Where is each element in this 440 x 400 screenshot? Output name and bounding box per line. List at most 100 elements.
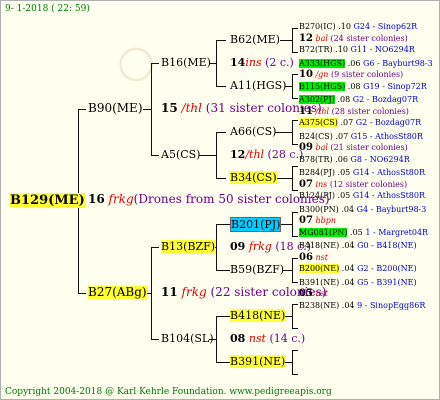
g3-queen[interactable]: B62(ME) <box>230 33 280 46</box>
g2-queen[interactable]: B104(SL) <box>161 332 214 345</box>
drone-count: 11 <box>299 105 313 117</box>
g1-bot-queen[interactable]: B27(ABg) <box>88 286 147 299</box>
g4-source: G0 - B418(NE) <box>357 241 417 250</box>
g4-source: G2 - Bozdag07R <box>355 118 422 127</box>
g4-source: G4 - Bayburt98-3 <box>356 204 427 214</box>
g4-queen-id: B115(HGS) <box>299 81 346 91</box>
g4-row[interactable]: B24(CS) .07 G15 - AthosSt80R <box>299 131 439 143</box>
g3-drone-queen[interactable]: A11(HGS) <box>230 79 286 92</box>
g2-drones: 14ins (2 c.) <box>230 56 294 69</box>
tree-line <box>292 282 298 283</box>
g4-queen-id: B284(PJ) <box>299 168 335 177</box>
g4-column: B270(IC) .10 G24 - Sinop62R 12 bal (24 s… <box>299 21 439 311</box>
g3-drone-queen[interactable]: B391(NE) <box>230 355 286 368</box>
g3-queen[interactable]: B418(NE) <box>230 309 286 322</box>
tree-line <box>216 316 230 317</box>
g4-queen-id: B300(PN) <box>299 204 339 214</box>
tree-line <box>292 144 298 145</box>
drone-text: (28 c.) <box>267 148 304 161</box>
tree-line <box>216 86 226 87</box>
g4-queen-id: B418(NE) <box>299 241 340 250</box>
g4-value: .10 <box>335 45 348 54</box>
tree-line <box>292 120 298 121</box>
tree-line <box>283 270 293 271</box>
g2-drones: 12/thl (28 c.) <box>230 148 303 161</box>
g4-row[interactable]: B284(PJ) .05 G14 - AthosSt80R <box>299 167 439 179</box>
g4-drones: 06 nst <box>299 252 439 264</box>
g3-queen[interactable]: A66(CS) <box>230 125 276 138</box>
g4-queen-id: B270(IC) <box>299 22 336 31</box>
drone-count: 11 <box>161 285 178 299</box>
tree-line <box>216 178 226 179</box>
drone-count: 09 <box>299 142 313 153</box>
tree-line <box>292 374 298 375</box>
copyright-text: Copyright 2004-2018 @ Karl Kehrle Founda… <box>5 387 227 397</box>
drone-count: 10 <box>299 69 313 80</box>
g4-row[interactable]: B115(HGS) .08 G19 - Sinop72R <box>299 81 439 93</box>
g4-queen-id: A375(CS) <box>299 118 338 127</box>
tree-line <box>216 132 226 133</box>
drone-count: 06 <box>299 251 313 263</box>
drone-count: 16 <box>88 192 105 206</box>
drone-text: (2 c.) <box>265 56 294 69</box>
g4-row[interactable]: B270(IC) .10 G24 - Sinop62R <box>299 21 439 33</box>
g4-value: .08 <box>347 81 361 91</box>
site-link[interactable]: www.pedigreeapis.org <box>229 387 331 397</box>
tree-line <box>292 304 298 305</box>
drone-symbol: /thl <box>181 101 202 115</box>
g4-queen-id: B72(TR) <box>299 45 333 54</box>
g4-row[interactable]: B200(NE) .04 G2 - B200(NE) <box>299 263 439 275</box>
g1-top-queen[interactable]: B90(ME) <box>88 102 143 115</box>
g4-row[interactable]: B300(PN) .04 G4 - Bayburt98-3 <box>299 204 439 216</box>
g4-source: G5 - B391(NE) <box>357 277 417 287</box>
drone-count: 12 <box>230 148 246 161</box>
g4-row[interactable]: B78(TR) .06 G8 - NO6294R <box>299 154 439 166</box>
drone-count: 05 <box>299 288 313 299</box>
g2-queen[interactable]: B13(BZF) <box>161 240 216 253</box>
g4-row[interactable]: B72(TR) .10 G11 - NO6294R <box>299 44 439 56</box>
g4-row[interactable]: MG081(PN) .05 1 - Margret04R <box>299 227 439 239</box>
root-drones: 16 frkg(Drones from 50 sister colonies) <box>88 193 330 206</box>
g4-row[interactable]: A375(CS) .07 G2 - Bozdag07R <box>299 117 439 129</box>
g4-source: G6 - Bayburt98-3 <box>362 58 433 68</box>
tree-line <box>151 339 159 340</box>
watermark: ○ <box>109 31 162 92</box>
g2-drones: 08 nst (14 c.) <box>230 332 305 345</box>
tree-line <box>292 166 298 167</box>
g4-source: G24 - Sinop62R <box>353 22 418 31</box>
g3-drone-queen[interactable]: B34(CS) <box>230 171 277 184</box>
g3-queen[interactable]: B201(PJ) <box>230 217 282 232</box>
date-header: 9- 1-2018 ( 22: 59) <box>5 4 90 14</box>
g4-drones: 05 nst <box>299 288 439 300</box>
tree-line <box>151 247 159 248</box>
g4-row[interactable]: A302(PJ) .08 G2 - Bozdag07R <box>299 94 439 106</box>
g4-row[interactable]: B124(PJ) .05 G14 - AthosSt80R <box>299 190 439 202</box>
g4-drones: 09 bal (21 sister colonies) <box>299 142 439 154</box>
g4-drones: 10 /gn (9 sister colonies) <box>299 69 439 81</box>
g4-row[interactable]: A333(HGS) .06 G6 - Bayburt98-3 <box>299 58 439 70</box>
g4-source: G2 - Bozdag07R <box>352 95 419 104</box>
tree-line <box>275 178 293 179</box>
g3-drone-queen[interactable]: B59(BZF) <box>230 263 284 276</box>
g2-queen[interactable]: A5(CS) <box>161 148 200 161</box>
tree-line <box>292 74 298 75</box>
g2-queen[interactable]: B16(ME) <box>161 56 211 69</box>
g4-queen-id: B24(CS) <box>299 131 333 141</box>
g4-drones: 07 hbpn <box>299 215 439 227</box>
g4-row[interactable]: B418(NE) .04 G0 - B418(NE) <box>299 240 439 252</box>
g4-row[interactable]: B391(NE) .04 G5 - B391(NE) <box>299 277 439 289</box>
root-queen[interactable]: B129(ME) <box>10 193 85 208</box>
drone-symbol: ins <box>245 56 262 69</box>
g4-row[interactable]: B238(NE) .04 9 - SinopEgg86R <box>299 300 439 312</box>
tree-line <box>292 28 298 29</box>
tree-line <box>151 63 159 64</box>
g4-drones: 07 ins (12 sister colonies) <box>299 179 439 191</box>
g4-value: .07 <box>340 118 354 127</box>
g4-drones: 11 /thl (28 sister colonies) <box>299 106 439 118</box>
tree-line <box>292 190 298 191</box>
tree-line <box>151 155 159 156</box>
tree-line <box>143 109 152 110</box>
drone-symbol: frkg <box>181 285 207 299</box>
g4-source: G11 - NO6294R <box>350 45 415 54</box>
g4-value: .08 <box>337 95 351 104</box>
